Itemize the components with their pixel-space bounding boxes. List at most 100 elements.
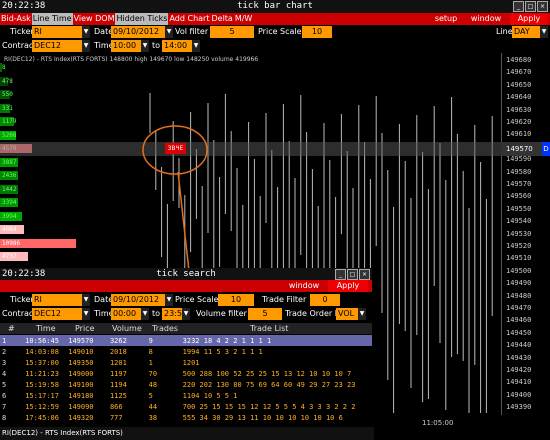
table-cell: 7 (2, 402, 7, 411)
ts-volume-filter-label: Volume filter (196, 309, 247, 318)
table-cell: 555 34 30 29 13 11 10 10 10 10 10 10 6 (182, 413, 343, 422)
table-cell: 2 (2, 347, 7, 356)
table-row[interactable]: 3 15:37:00 149350 1201 1 1201 (0, 357, 372, 368)
ts-contract-value: DEC12 (34, 309, 61, 318)
table-cell: 1 (0, 335, 24, 346)
table-cell: 38 (148, 413, 158, 422)
table-cell: 15:17:17 (25, 391, 59, 400)
table-cell: 11:21:23 (25, 369, 59, 378)
table-cell: 6 (2, 391, 7, 400)
dropdown-arrow-icon[interactable]: ▼ (82, 294, 90, 306)
table-cell: 866 (109, 402, 123, 411)
ts-date-value: 09/10/2012 (113, 295, 160, 304)
time-axis: 11:05:00 (372, 415, 550, 440)
table-cell: 2018 (109, 347, 127, 356)
table-cell: 500 288 100 52 25 25 15 13 12 10 10 10 7 (182, 369, 352, 378)
dropdown-arrow-icon[interactable]: ▼ (358, 308, 366, 320)
table-cell: 149000 (68, 369, 94, 378)
table-cell: 48 (148, 380, 158, 389)
dropdown-arrow-icon[interactable]: ▼ (141, 308, 149, 320)
table-cell: 220 202 130 80 75 69 64 60 49 29 27 23 2… (182, 380, 356, 389)
col-header[interactable]: Volume (112, 323, 142, 334)
table-cell: 149100 (68, 380, 94, 389)
table-cell: 1194 (109, 380, 127, 389)
table-cell: 3 (2, 358, 7, 367)
ts-price-scale-field[interactable]: 10 (218, 294, 254, 306)
table-cell: 3232 18 4 2 2 1 1 1 1 (180, 335, 372, 346)
table-cell: 70 (148, 369, 158, 378)
table-cell: 5 (148, 391, 153, 400)
table-cell: 777 (109, 413, 123, 422)
table-cell: 149320 (68, 413, 94, 422)
table-cell: 15:19:58 (25, 380, 59, 389)
table-row[interactable]: 5 15:19:58 149100 1194 48 220 202 130 80 75 6… (0, 379, 372, 390)
table-row[interactable]: 2 14:03:08 149010 2018 8 1994 11 5 3 2 1 1 1 (0, 346, 372, 357)
table-cell: 1104 10 5 5 1 (182, 391, 238, 400)
ts-trade-filter-label: Trade Filter (262, 295, 307, 304)
table-cell: 1201 (182, 358, 200, 367)
tick-search-menu: window Apply (0, 280, 372, 292)
ts-ticker-value: RI (34, 295, 42, 304)
dropdown-arrow-icon[interactable]: ▼ (82, 308, 90, 320)
close-icon[interactable]: × (359, 269, 370, 280)
table-cell: 149350 (68, 358, 94, 367)
table-cell: 4 (2, 369, 7, 378)
table-cell: 149180 (68, 391, 94, 400)
ts-ticker-label: Ticker (10, 295, 34, 304)
table-cell: 149090 (68, 402, 94, 411)
col-header[interactable]: # (8, 323, 15, 334)
tick-search-apply-button[interactable]: Apply (328, 280, 368, 292)
table-row[interactable]: 6 15:17:17 149180 1125 5 1104 10 5 5 1 (0, 390, 372, 401)
table-cell: 15:12:59 (25, 402, 59, 411)
table-cell: 10:56:45 (23, 335, 67, 346)
col-header[interactable]: Price (75, 323, 95, 334)
ts-time-from-field[interactable]: 00:00 ▼ (111, 308, 149, 320)
tick-search-window-controls: _ □ × (334, 269, 370, 280)
table-cell: 149010 (68, 347, 94, 356)
ts-ticker-field[interactable]: RI ▼ (32, 294, 90, 306)
status-bar: RI(DEC12) - RTS Index(RTS FORTS) (0, 427, 374, 440)
ts-date-field[interactable]: 09/10/2012 ▼ (111, 294, 173, 306)
table-cell: 15:37:00 (25, 358, 59, 367)
table-cell: 17:45:06 (25, 413, 59, 422)
table-cell: 700 25 15 15 15 12 12 5 5 5 4 3 3 3 2 2 … (182, 402, 356, 411)
ts-trade-order-value: VOL (338, 309, 355, 318)
table-cell: 1994 11 5 3 2 1 1 1 (182, 347, 263, 356)
col-header[interactable]: Trades (152, 323, 178, 334)
maximize-icon[interactable]: □ (347, 269, 358, 280)
table-cell: 8 (148, 347, 153, 356)
table-row[interactable]: 8 17:45:06 149320 777 38 555 34 30 29 13 11 1… (0, 412, 372, 423)
dropdown-arrow-icon[interactable]: ▼ (165, 294, 173, 306)
table-row[interactable]: 1 10:56:45 149570 3262 9 3232 18 4 2 2 1 1 1 … (0, 335, 372, 346)
tick-search-title-bar: 20:22:38 tick search _ □ × (0, 268, 372, 280)
col-header[interactable]: Trade List (250, 323, 288, 334)
ts-price-scale-label: Price Scale (175, 295, 219, 304)
table-cell: 14:03:08 (25, 347, 59, 356)
ts-trade-order-field[interactable]: VOL ▼ (336, 308, 366, 320)
highlight-circle (142, 125, 208, 175)
time-axis-label: 11:05:00 (422, 419, 454, 427)
table-cell: 1125 (109, 391, 127, 400)
ts-time-to-field[interactable]: 23:59 ▼ (162, 308, 190, 320)
table-cell: 9 (146, 335, 181, 346)
table-row[interactable]: 7 15:12:59 149090 866 44 700 25 15 15 15 12 1… (0, 401, 372, 412)
table-cell: 1197 (109, 369, 127, 378)
tick-search-window-button[interactable]: window (284, 280, 324, 292)
ts-time-from-value: 00:00 (113, 309, 137, 318)
table-row[interactable]: 4 11:21:23 149000 1197 70 500 288 100 52 25 2… (0, 368, 372, 379)
table-header: # Time Price Volume Trades Trade List (0, 323, 372, 334)
table-cell: 3262 (107, 335, 147, 346)
tick-search-title: tick search (156, 269, 216, 279)
table-cell: 8 (2, 413, 7, 422)
ts-contract-field[interactable]: DEC12 ▼ (32, 308, 90, 320)
minimize-icon[interactable]: _ (335, 269, 346, 280)
ts-trade-filter-field[interactable]: 0 (310, 294, 340, 306)
tick-search-window: 20:22:38 tick search _ □ × window Apply Ti… (0, 268, 372, 440)
dropdown-arrow-icon[interactable]: ▼ (182, 308, 190, 320)
ts-volume-filter-field[interactable]: 5 (248, 308, 282, 320)
tick-table-wrap: 1 10:56:45 149570 3262 9 3232 18 4 2 2 1 1 1 … (0, 335, 372, 423)
table-cell: 149570 (66, 335, 108, 346)
table-cell: 1 (148, 358, 153, 367)
col-header[interactable]: Time (36, 323, 56, 334)
table-cell: 5 (2, 380, 7, 389)
